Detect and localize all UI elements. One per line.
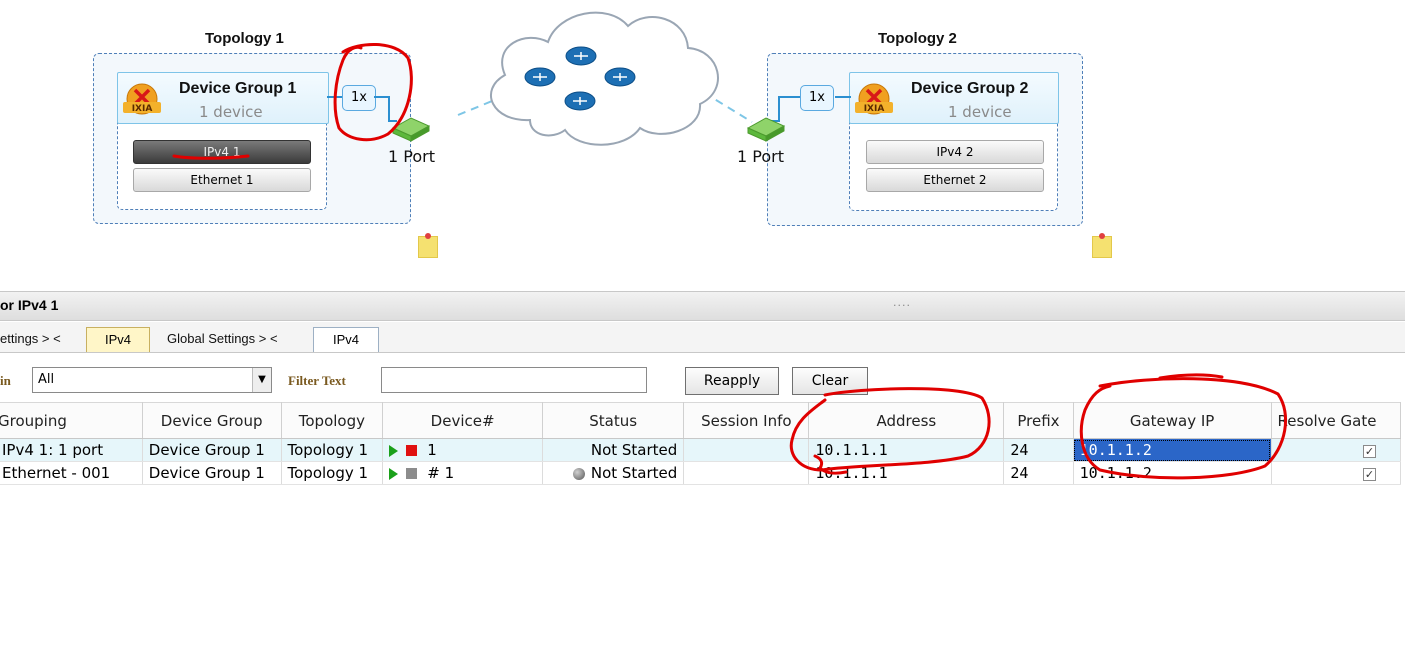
column-header-gateway-ip[interactable]: Gateway IP — [1073, 402, 1272, 439]
tab-ipv4-global[interactable]: IPv4 — [313, 327, 379, 352]
column-header-device-number[interactable]: Device# — [382, 402, 543, 439]
ixia-logo-icon: IXIA — [123, 83, 161, 115]
cell-device-number[interactable]: # 1 — [382, 461, 543, 485]
device-group-2-name: Device Group 2 — [911, 80, 1029, 97]
status-square-icon — [406, 468, 418, 479]
device-group-2-count: 1 device — [948, 103, 1012, 121]
cell-grouping[interactable]: IPv4 1: 1 port — [0, 438, 143, 462]
port-1-label: 1 Port — [388, 147, 435, 166]
resolve-gateway-checkbox[interactable]: ✓ — [1363, 468, 1376, 481]
cell-status: Not Started — [542, 461, 685, 485]
status-dot-icon — [572, 467, 585, 480]
breadcrumb-settings[interactable]: ettings > < — [0, 331, 61, 346]
filter-bar: in All ▼ Filter Text Reapply Clear — [0, 360, 1405, 396]
stack-ipv4-2[interactable]: IPv4 2 — [866, 140, 1044, 164]
tab-ipv4-local[interactable]: IPv4 — [86, 327, 150, 352]
port-2-label: 1 Port — [737, 147, 784, 166]
cell-device-group[interactable]: Device Group 1 — [142, 461, 282, 485]
device-number-value: 1 — [427, 441, 437, 459]
ipv4-grid: Grouping Device Group Topology Device# S… — [0, 402, 1402, 485]
start-icon[interactable] — [389, 444, 399, 457]
column-header-prefix[interactable]: Prefix — [1003, 402, 1074, 439]
cell-address[interactable]: 10.1.1.1 — [808, 438, 1005, 462]
device-number-value: # 1 — [427, 464, 455, 482]
column-header-status[interactable]: Status — [542, 402, 685, 439]
cell-session-info[interactable] — [683, 438, 810, 462]
column-filter-select[interactable]: All ▼ — [32, 367, 272, 393]
column-header-topology[interactable]: Topology — [281, 402, 384, 439]
table-row[interactable]: Ethernet - 001 Device Group 1 Topology 1… — [0, 461, 1402, 485]
breadcrumb-tab-bar: ettings > < IPv4 Global Settings > < IPv… — [0, 322, 1405, 353]
svg-text:IXIA: IXIA — [132, 104, 153, 114]
stack-ipv4-1[interactable]: IPv4 1 — [133, 140, 311, 164]
topology-2-title: Topology 2 — [878, 30, 957, 47]
filter-text-label: Filter Text — [288, 373, 346, 388]
status-value: Not Started — [590, 464, 678, 482]
filter-text-input[interactable] — [381, 367, 647, 393]
cell-gateway-ip[interactable]: 10.1.1.2 — [1073, 438, 1272, 462]
port-2-icon[interactable] — [744, 112, 788, 142]
port-1-icon[interactable] — [389, 112, 433, 142]
filter-in-label: in — [0, 373, 11, 388]
ixia-logo-icon: IXIA — [855, 83, 893, 115]
grid-header-row: Grouping Device Group Topology Device# S… — [0, 402, 1402, 439]
cell-prefix[interactable]: 24 — [1003, 461, 1074, 485]
cell-topology[interactable]: Topology 1 — [281, 438, 384, 462]
cell-topology[interactable]: Topology 1 — [281, 461, 384, 485]
column-header-grouping[interactable]: Grouping — [0, 402, 143, 439]
resolve-gateway-checkbox[interactable]: ✓ — [1363, 445, 1376, 458]
column-header-device-group[interactable]: Device Group — [142, 402, 282, 439]
table-row[interactable]: IPv4 1: 1 port Device Group 1 Topology 1… — [0, 438, 1402, 462]
clear-button[interactable]: Clear — [792, 367, 868, 395]
column-header-address[interactable]: Address — [808, 402, 1005, 439]
panel-title: or IPv4 1 — [0, 297, 59, 313]
status-square-icon — [406, 445, 418, 456]
panel-resize-grip[interactable]: .... — [893, 296, 911, 309]
cell-gateway-ip[interactable]: 10.1.1.2 — [1073, 461, 1272, 485]
cell-device-group[interactable]: Device Group 1 — [142, 438, 282, 462]
note-1-icon[interactable] — [418, 233, 438, 258]
device-group-1-count: 1 device — [199, 103, 263, 121]
svg-text:IXIA: IXIA — [864, 104, 885, 114]
start-icon[interactable] — [389, 467, 399, 480]
network-cloud-icon — [457, 11, 753, 146]
stack-ethernet-1[interactable]: Ethernet 1 — [133, 168, 311, 192]
column-header-session-info[interactable]: Session Info — [683, 402, 810, 439]
cell-address[interactable]: 10.1.1.1 — [808, 461, 1005, 485]
cell-prefix[interactable]: 24 — [1003, 438, 1074, 462]
reapply-button[interactable]: Reapply — [685, 367, 779, 395]
cell-status: Not Started — [542, 438, 685, 462]
cell-device-number[interactable]: 1 — [382, 438, 543, 462]
topology-1-title: Topology 1 — [205, 30, 284, 47]
stack-ethernet-2[interactable]: Ethernet 2 — [866, 168, 1044, 192]
cell-resolve-gateway[interactable]: ✓ — [1271, 438, 1402, 462]
property-panel-header: or IPv4 1 .... — [0, 291, 1405, 321]
cell-grouping[interactable]: Ethernet - 001 — [0, 461, 143, 485]
column-filter-value: All — [38, 372, 55, 387]
breadcrumb-global-settings[interactable]: Global Settings > < — [167, 331, 278, 346]
chevron-down-icon[interactable]: ▼ — [252, 368, 271, 392]
device-group-1-name: Device Group 1 — [179, 80, 297, 97]
note-2-icon[interactable] — [1092, 233, 1112, 258]
column-header-resolve-gateway[interactable]: Resolve Gate — [1271, 402, 1402, 439]
cell-resolve-gateway[interactable]: ✓ — [1271, 461, 1402, 485]
cell-session-info[interactable] — [683, 461, 810, 485]
